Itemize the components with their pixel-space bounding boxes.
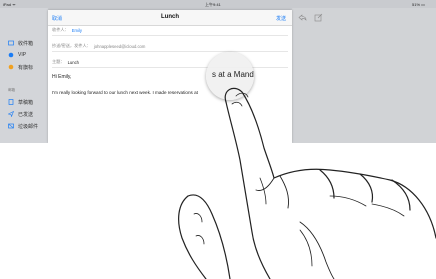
hand-icon	[178, 87, 436, 279]
